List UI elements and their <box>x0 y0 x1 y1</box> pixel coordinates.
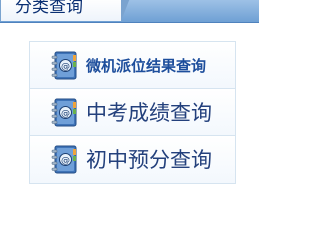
tab-strip: 分类查询 <box>0 0 259 23</box>
query-menu: @ 微机派位结果查询 @ 中考成绩查询 @ 初中预分查询 <box>29 41 236 184</box>
svg-text:@: @ <box>61 156 70 166</box>
menu-item-label: 初中预分查询 <box>86 148 212 172</box>
tab-label: 分类查询 <box>15 0 83 17</box>
address-book-icon: @ <box>50 51 78 81</box>
svg-text:@: @ <box>61 109 70 119</box>
tab-category-query[interactable]: 分类查询 <box>0 0 130 21</box>
address-book-icon: @ <box>50 98 78 128</box>
menu-item-label: 中考成绩查询 <box>86 101 212 125</box>
menu-item-exam-score[interactable]: @ 中考成绩查询 <box>30 89 235 136</box>
svg-text:@: @ <box>61 62 70 72</box>
menu-item-label: 微机派位结果查询 <box>86 57 207 75</box>
menu-item-lottery-result[interactable]: @ 微机派位结果查询 <box>30 42 235 89</box>
address-book-icon: @ <box>50 145 78 175</box>
query-panel: 分类查询 @ 微机派位结果查询 @ 中考成绩查询 @ 初中预分查询 <box>0 0 259 250</box>
menu-item-pre-score[interactable]: @ 初中预分查询 <box>30 136 235 183</box>
